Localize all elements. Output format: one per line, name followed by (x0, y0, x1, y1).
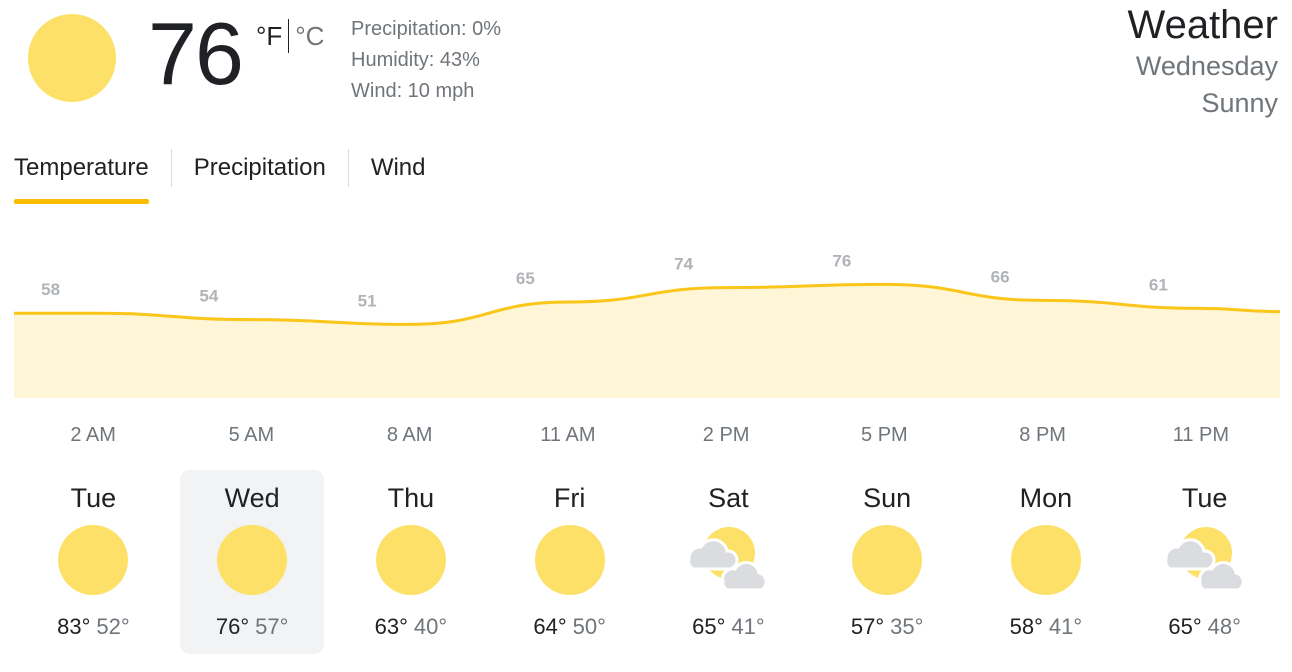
page-title: Weather (1127, 3, 1278, 47)
day-name: Fri (553, 483, 586, 513)
low-temp: 52° (96, 614, 130, 639)
tab-precipitation[interactable]: Precipitation (194, 148, 326, 188)
low-temp: 35° (890, 614, 924, 639)
high-temp: 63° (374, 614, 408, 639)
high-temp: 83° (57, 614, 91, 639)
day-name: Tue (1181, 483, 1228, 513)
daily-forecast: Tue 83° 52° Wed 76° 57° Thu 63° 40° Fri 64° 50° Sat 6… (14, 470, 1284, 656)
high-temp: 65° (692, 614, 726, 639)
hour-label: 2 AM (70, 424, 116, 446)
partly-cloudy-icon (687, 525, 769, 595)
hour-label: 5 PM (861, 424, 908, 446)
unit-divider (288, 19, 290, 53)
day-temperatures: 57° 35° (815, 612, 959, 642)
tab-divider (170, 149, 172, 187)
day-name: Thu (387, 483, 435, 513)
temperature-chart: 58 54 51 65 74 76 66 61 (0, 230, 1292, 410)
temperature-chart-svg: 58 54 51 65 74 76 66 61 (14, 251, 1281, 398)
high-temp: 76° (215, 614, 250, 639)
sun-icon (1010, 525, 1081, 595)
fahrenheit-button[interactable]: °F (256, 18, 282, 54)
high-temp: 57° (850, 614, 885, 639)
celsius-button[interactable]: °C (295, 18, 324, 54)
high-temp: 64° (533, 614, 567, 639)
unit-toggle: °F °C (256, 18, 324, 54)
day-mon[interactable]: Mon 58° 41° (974, 470, 1118, 654)
low-temp: 40° (413, 614, 448, 639)
hour-label: 8 AM (386, 424, 433, 446)
temperature-data-label: 65 (516, 269, 535, 288)
day-tue[interactable]: Tue 83° 52° (21, 470, 165, 654)
temperature-data-label: 61 (1149, 275, 1168, 294)
low-temp: 41° (731, 614, 765, 639)
day-name: Sun (863, 483, 912, 513)
high-temp: 65° (1168, 614, 1202, 639)
temperature-data-label: 76 (832, 251, 851, 270)
tab-temperature[interactable]: Temperature (14, 148, 149, 204)
day-sat[interactable]: Sat 65° 41° (656, 470, 800, 654)
current-temperature: 76 (148, 4, 244, 103)
sun-icon (28, 14, 116, 102)
hour-label: 8 PM (1019, 424, 1066, 446)
sun-icon (375, 525, 446, 595)
day-name: Wed (224, 483, 280, 513)
tab-bar: Temperature Precipitation Wind (14, 148, 426, 204)
day-fri[interactable]: Fri 64° 50° (498, 470, 642, 654)
day-temperatures: 65° 41° (656, 612, 800, 642)
high-temp: 58° (1009, 614, 1043, 639)
temperature-data-label: 66 (991, 267, 1010, 286)
day-temperatures: 65° 48° (1133, 612, 1277, 642)
day-temperatures: 64° 50° (498, 612, 642, 642)
temperature-data-label: 51 (358, 291, 377, 310)
sun-icon (58, 525, 129, 595)
low-temp: 57° (255, 614, 289, 639)
temperature-data-label: 58 (41, 280, 60, 299)
tab-wind[interactable]: Wind (371, 148, 426, 188)
title-block: Weather Wednesday Sunny (1128, 2, 1278, 122)
day-temperatures: 76° 57° (180, 612, 324, 642)
partly-cloudy-icon (1163, 525, 1245, 595)
day-label: Wednesday (1135, 51, 1278, 81)
condition-label: Sunny (1201, 88, 1278, 118)
day-thu[interactable]: Thu 63° 40° (339, 470, 483, 654)
low-temp: 41° (1048, 614, 1083, 639)
humidity-text: Humidity: 43% (351, 49, 480, 71)
precipitation-text: Precipitation: 0% (351, 18, 502, 40)
day-wed[interactable]: Wed 76° 57° (180, 470, 325, 654)
day-name: Mon (1019, 483, 1073, 513)
hour-label: 11 AM (540, 424, 596, 446)
day-temperatures: 83° 52° (21, 612, 165, 642)
sun-icon (852, 525, 923, 595)
day-temperatures: 58° 41° (974, 612, 1118, 642)
day-name: Tue (70, 483, 117, 513)
sun-icon (217, 525, 288, 595)
day-temperatures: 63° 40° (339, 612, 483, 642)
hour-label: 2 PM (702, 424, 750, 446)
low-temp: 50° (572, 614, 606, 639)
wind-text: Wind: 10 mph (351, 80, 475, 102)
hour-axis: 2 AM 5 AM 8 AM 11 AM 2 PM 5 PM 8 PM 11 PM (0, 420, 1292, 450)
tab-divider (347, 149, 349, 187)
temperature-data-label: 54 (199, 287, 218, 306)
day-tue[interactable]: Tue 65° 48° (1133, 470, 1277, 654)
sun-icon (534, 525, 605, 595)
day-sun[interactable]: Sun 57° 35° (815, 470, 959, 654)
hour-label: 5 AM (228, 424, 275, 446)
low-temp: 48° (1207, 614, 1241, 639)
day-name: Sat (708, 483, 749, 513)
current-details: Precipitation: 0% Humidity: 43% Wind: 10… (351, 14, 501, 107)
hour-label: 11 PM (1172, 424, 1230, 446)
temperature-data-label: 74 (674, 255, 693, 274)
weather-card: 76 °F °C Precipitation: 0% Humidity: 43%… (0, 0, 1292, 672)
